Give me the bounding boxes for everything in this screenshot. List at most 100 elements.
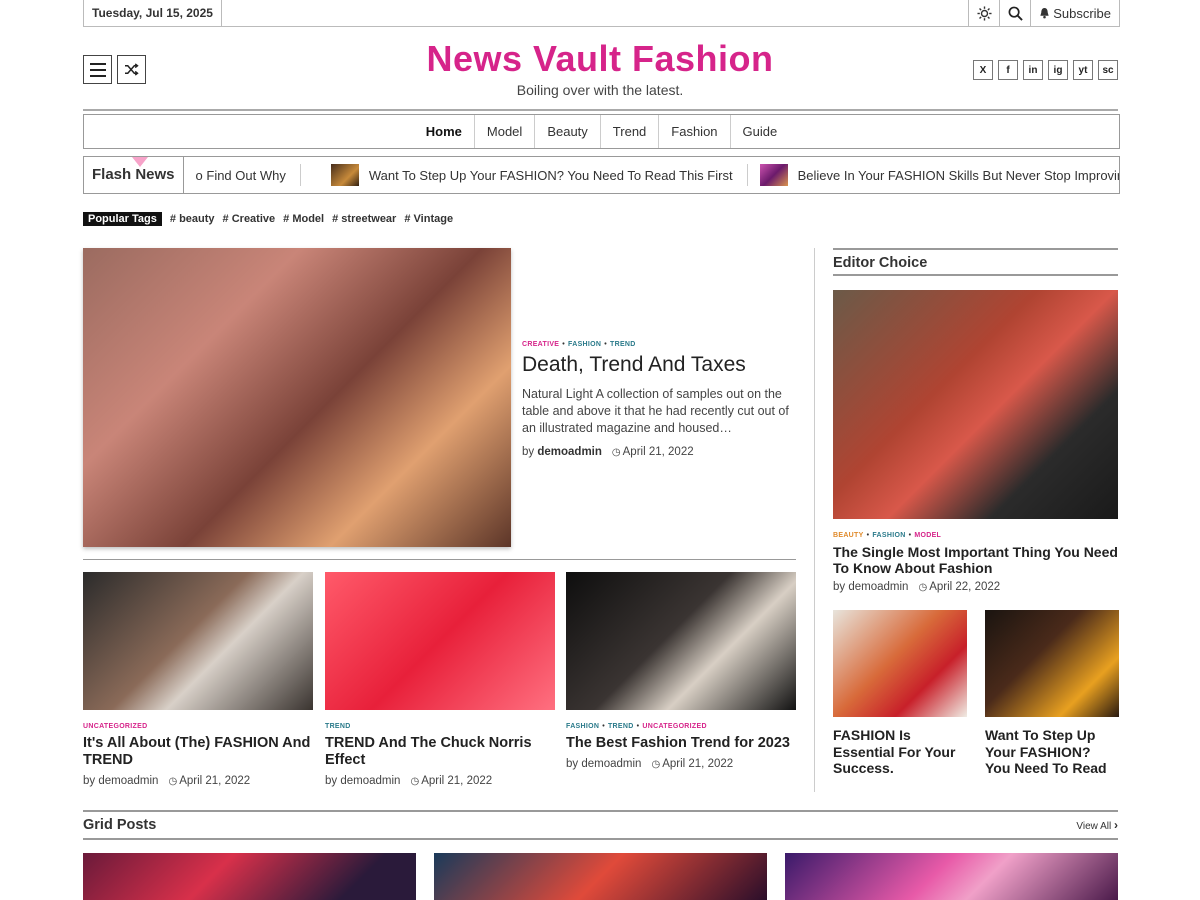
post-card-image[interactable]	[83, 572, 313, 710]
current-date: Tuesday, Jul 15, 2025	[84, 0, 222, 26]
section-divider	[83, 559, 796, 560]
youtube-icon[interactable]: yt	[1073, 60, 1093, 80]
category-link[interactable]: TREND	[610, 341, 636, 348]
nav-trend[interactable]: Trend	[601, 115, 660, 148]
featured-post-title[interactable]: Death, Trend And Taxes	[522, 353, 797, 377]
post-categories: BEAUTY • FASHION • MODEL	[833, 532, 942, 539]
ticker-thumbnail	[330, 164, 359, 186]
post-card: FASHION • TREND • UNCATEGORIZED The Best Fas…	[566, 572, 796, 770]
tag-link[interactable]: # Model	[283, 213, 324, 225]
mini-post: FASHION Is Essential For Your Success.	[833, 610, 967, 777]
featured-post-excerpt: Natural Light A collection of samples ou…	[522, 387, 789, 435]
clock-icon: ◷	[410, 776, 420, 787]
author-link[interactable]: demoadmin	[537, 446, 602, 458]
facebook-icon[interactable]: f	[998, 60, 1018, 80]
author-link[interactable]: demoadmin	[848, 581, 908, 593]
bell-icon	[1040, 7, 1049, 19]
clock-icon: ◷	[651, 759, 661, 770]
main-nav: Home Model Beauty Trend Fashion Guide	[83, 114, 1120, 149]
post-categories: CREATIVE • FASHION • TREND	[522, 341, 636, 348]
instagram-icon[interactable]: ig	[1048, 60, 1068, 80]
ticker-item[interactable]: Believe In Your FASHION Skills But Never…	[748, 164, 1119, 186]
top-bar: Tuesday, Jul 15, 2025 Subscribe	[83, 0, 1120, 27]
popular-tags-label: Popular Tags	[83, 212, 162, 226]
nav-model[interactable]: Model	[475, 115, 536, 148]
tag-link[interactable]: # beauty	[170, 213, 215, 225]
post-card-title[interactable]: It's All About (The) FASHION And TREND	[83, 735, 313, 769]
search-icon[interactable]	[999, 0, 1030, 26]
clock-icon: ◷	[918, 582, 928, 593]
category-link[interactable]: FASHION	[566, 723, 599, 730]
grid-post-image[interactable]	[785, 853, 1118, 900]
sidebar-divider	[814, 248, 815, 792]
category-link[interactable]: CREATIVE	[522, 341, 559, 348]
nav-guide[interactable]: Guide	[731, 115, 790, 148]
category-link[interactable]: FASHION	[568, 341, 601, 348]
mini-post-title[interactable]: FASHION Is Essential For Your Success.	[833, 727, 967, 777]
author-link[interactable]: demoadmin	[340, 775, 400, 787]
mini-post-title[interactable]: Want To Step Up Your FASHION? You Need T…	[985, 727, 1119, 777]
grid-posts-heading: Grid Posts	[83, 817, 157, 833]
snapchat-icon[interactable]: sc	[1098, 60, 1118, 80]
category-link[interactable]: UNCATEGORIZED	[642, 723, 706, 730]
subscribe-label: Subscribe	[1053, 5, 1111, 21]
featured-post: CREATIVE • FASHION • TREND Death, Trend And …	[522, 341, 797, 458]
mini-post-image[interactable]	[833, 610, 967, 717]
linkedin-icon[interactable]: in	[1023, 60, 1043, 80]
author-link[interactable]: demoadmin	[581, 758, 641, 770]
ticker-item[interactable]: o Find Out Why	[184, 164, 301, 186]
tag-link[interactable]: # Creative	[223, 213, 276, 225]
view-all-link[interactable]: View All ›	[1076, 818, 1118, 832]
category-link[interactable]: BEAUTY	[833, 532, 864, 539]
post-meta: by demoadmin ◷ April 22, 2022	[833, 581, 1001, 593]
post-meta: by demoadmin ◷ April 21, 2022	[83, 775, 251, 787]
tag-link[interactable]: # streetwear	[332, 213, 396, 225]
mini-post-image[interactable]	[985, 610, 1119, 717]
post-date: April 21, 2022	[179, 775, 251, 787]
category-link[interactable]: TREND	[325, 723, 351, 730]
post-categories: FASHION • TREND • UNCATEGORIZED	[566, 723, 707, 730]
editor-choice-sidebar: Editor Choice BEAUTY • FASHION • MODEL The S…	[833, 248, 1119, 777]
editor-choice-title[interactable]: The Single Most Important Thing You Need…	[833, 544, 1118, 576]
post-date: April 21, 2022	[421, 775, 493, 787]
category-link[interactable]: TREND	[608, 723, 634, 730]
mini-post: Want To Step Up Your FASHION? You Need T…	[985, 610, 1119, 777]
clock-icon: ◷	[168, 776, 178, 787]
category-link[interactable]: UNCATEGORIZED	[83, 723, 147, 730]
post-card-title[interactable]: TREND And The Chuck Norris Effect	[325, 735, 555, 769]
category-link[interactable]: FASHION	[872, 532, 905, 539]
post-categories: TREND	[325, 723, 555, 730]
post-meta: by demoadmin ◷ April 21, 2022	[522, 446, 694, 458]
flash-news-label: Flash News	[84, 157, 184, 193]
featured-post-image[interactable]	[83, 248, 511, 547]
post-card-image[interactable]	[566, 572, 796, 710]
nav-home[interactable]: Home	[414, 115, 475, 148]
grid-post-image[interactable]	[434, 853, 767, 900]
post-card-title[interactable]: The Best Fashion Trend for 2023	[566, 735, 796, 752]
site-tagline: Boiling over with the latest.	[516, 82, 684, 98]
nav-beauty[interactable]: Beauty	[535, 115, 601, 148]
flash-news-ticker: Flash News o Find Out Why Want To Step U…	[83, 156, 1120, 194]
nav-fashion[interactable]: Fashion	[659, 115, 731, 148]
post-meta: by demoadmin ◷ April 21, 2022	[325, 775, 493, 787]
ticker-item[interactable]: Want To Step Up Your FASHION? You Need T…	[301, 164, 748, 186]
post-date: April 21, 2022	[622, 446, 694, 458]
social-links: X f in ig yt sc	[973, 60, 1118, 80]
author-link[interactable]: demoadmin	[98, 775, 158, 787]
subscribe-button[interactable]: Subscribe	[1030, 0, 1119, 26]
editor-choice-image[interactable]	[833, 290, 1118, 519]
post-card-image[interactable]	[325, 572, 555, 710]
grid-post-image[interactable]	[83, 853, 416, 900]
post-card: TREND TREND And The Chuck Norris Effect …	[325, 572, 555, 787]
ticker-items: o Find Out Why Want To Step Up Your FASH…	[184, 164, 1119, 186]
theme-toggle-icon[interactable]	[968, 0, 999, 26]
x-twitter-icon[interactable]: X	[973, 60, 993, 80]
post-date: April 22, 2022	[929, 581, 1001, 593]
post-categories: UNCATEGORIZED	[83, 723, 313, 730]
post-card: UNCATEGORIZED It's All About (The) FASHI…	[83, 572, 313, 787]
tag-link[interactable]: # Vintage	[404, 213, 453, 225]
category-link[interactable]: MODEL	[914, 532, 941, 539]
popular-tags: Popular Tags # beauty # Creative # Model…	[83, 212, 1118, 226]
chevron-right-icon: ›	[1114, 818, 1118, 832]
header-divider	[83, 109, 1118, 111]
